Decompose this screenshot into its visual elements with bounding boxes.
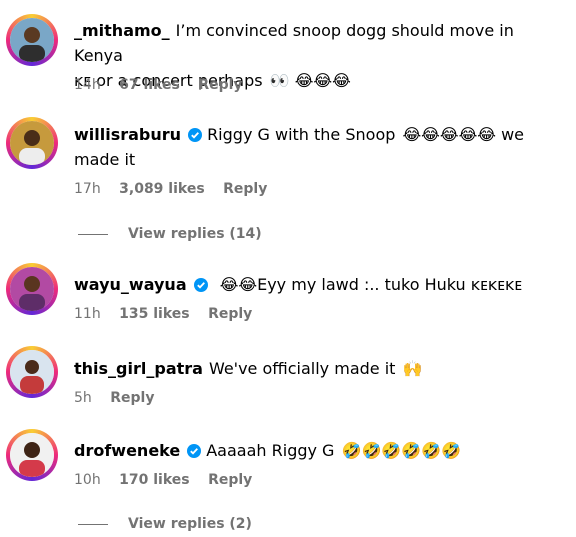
- view-replies-label: View replies (2): [128, 516, 252, 532]
- emoji: 😂😂😂😂😂: [402, 125, 496, 144]
- timestamp[interactable]: 17h: [74, 181, 101, 197]
- verified-badge-icon: [188, 128, 203, 142]
- view-replies-button[interactable]: View replies (2): [78, 516, 252, 532]
- comment-text: We've officially made it: [208, 359, 396, 378]
- timestamp[interactable]: 11h: [74, 306, 101, 322]
- avatar[interactable]: [6, 429, 58, 481]
- likes-count[interactable]: 170 likes: [119, 472, 189, 488]
- emoji: 🙌: [402, 359, 423, 378]
- comment-text: Riggy G with the Snoop: [207, 125, 396, 144]
- comment-text: we: [501, 125, 524, 144]
- emoji: 😂😂: [219, 275, 258, 294]
- username[interactable]: drofweneke: [74, 441, 180, 460]
- reply-button[interactable]: Reply: [110, 390, 154, 406]
- reply-button[interactable]: Reply: [208, 306, 252, 322]
- comment-text: Aaaaah Riggy G: [206, 441, 335, 460]
- timestamp[interactable]: 10h: [74, 472, 101, 488]
- username[interactable]: wayu_wayua: [74, 275, 187, 294]
- likes-count[interactable]: 135 likes: [119, 306, 189, 322]
- reply-button[interactable]: Reply: [208, 472, 252, 488]
- view-replies-button[interactable]: View replies (14): [78, 226, 262, 242]
- username[interactable]: _mithamo_: [74, 21, 170, 40]
- view-replies-label: View replies (14): [128, 226, 262, 242]
- verified-badge-icon: [193, 278, 208, 292]
- username[interactable]: willisraburu: [74, 125, 181, 144]
- likes-count[interactable]: 3,089 likes: [119, 181, 205, 197]
- verified-badge-icon: [187, 444, 202, 458]
- emoji: 🤣🤣🤣🤣🤣🤣: [341, 441, 462, 460]
- avatar[interactable]: [6, 263, 58, 315]
- comment-text: Eyy my lawd :.. tuko Huku ᴋᴇᴋᴇᴋᴇ: [257, 275, 523, 294]
- avatar[interactable]: [6, 117, 58, 169]
- reply-button[interactable]: Reply: [223, 181, 267, 197]
- comment-text: made it: [74, 150, 136, 169]
- likes-count[interactable]: 67 likes: [119, 77, 180, 93]
- timestamp[interactable]: 5h: [74, 390, 92, 406]
- username[interactable]: this_girl_patra: [74, 359, 203, 378]
- reply-button[interactable]: Reply: [198, 77, 242, 93]
- avatar[interactable]: [6, 14, 58, 66]
- timestamp[interactable]: 14h: [74, 77, 101, 93]
- emoji: 👀 😂😂😂: [269, 71, 351, 90]
- avatar[interactable]: [6, 346, 58, 398]
